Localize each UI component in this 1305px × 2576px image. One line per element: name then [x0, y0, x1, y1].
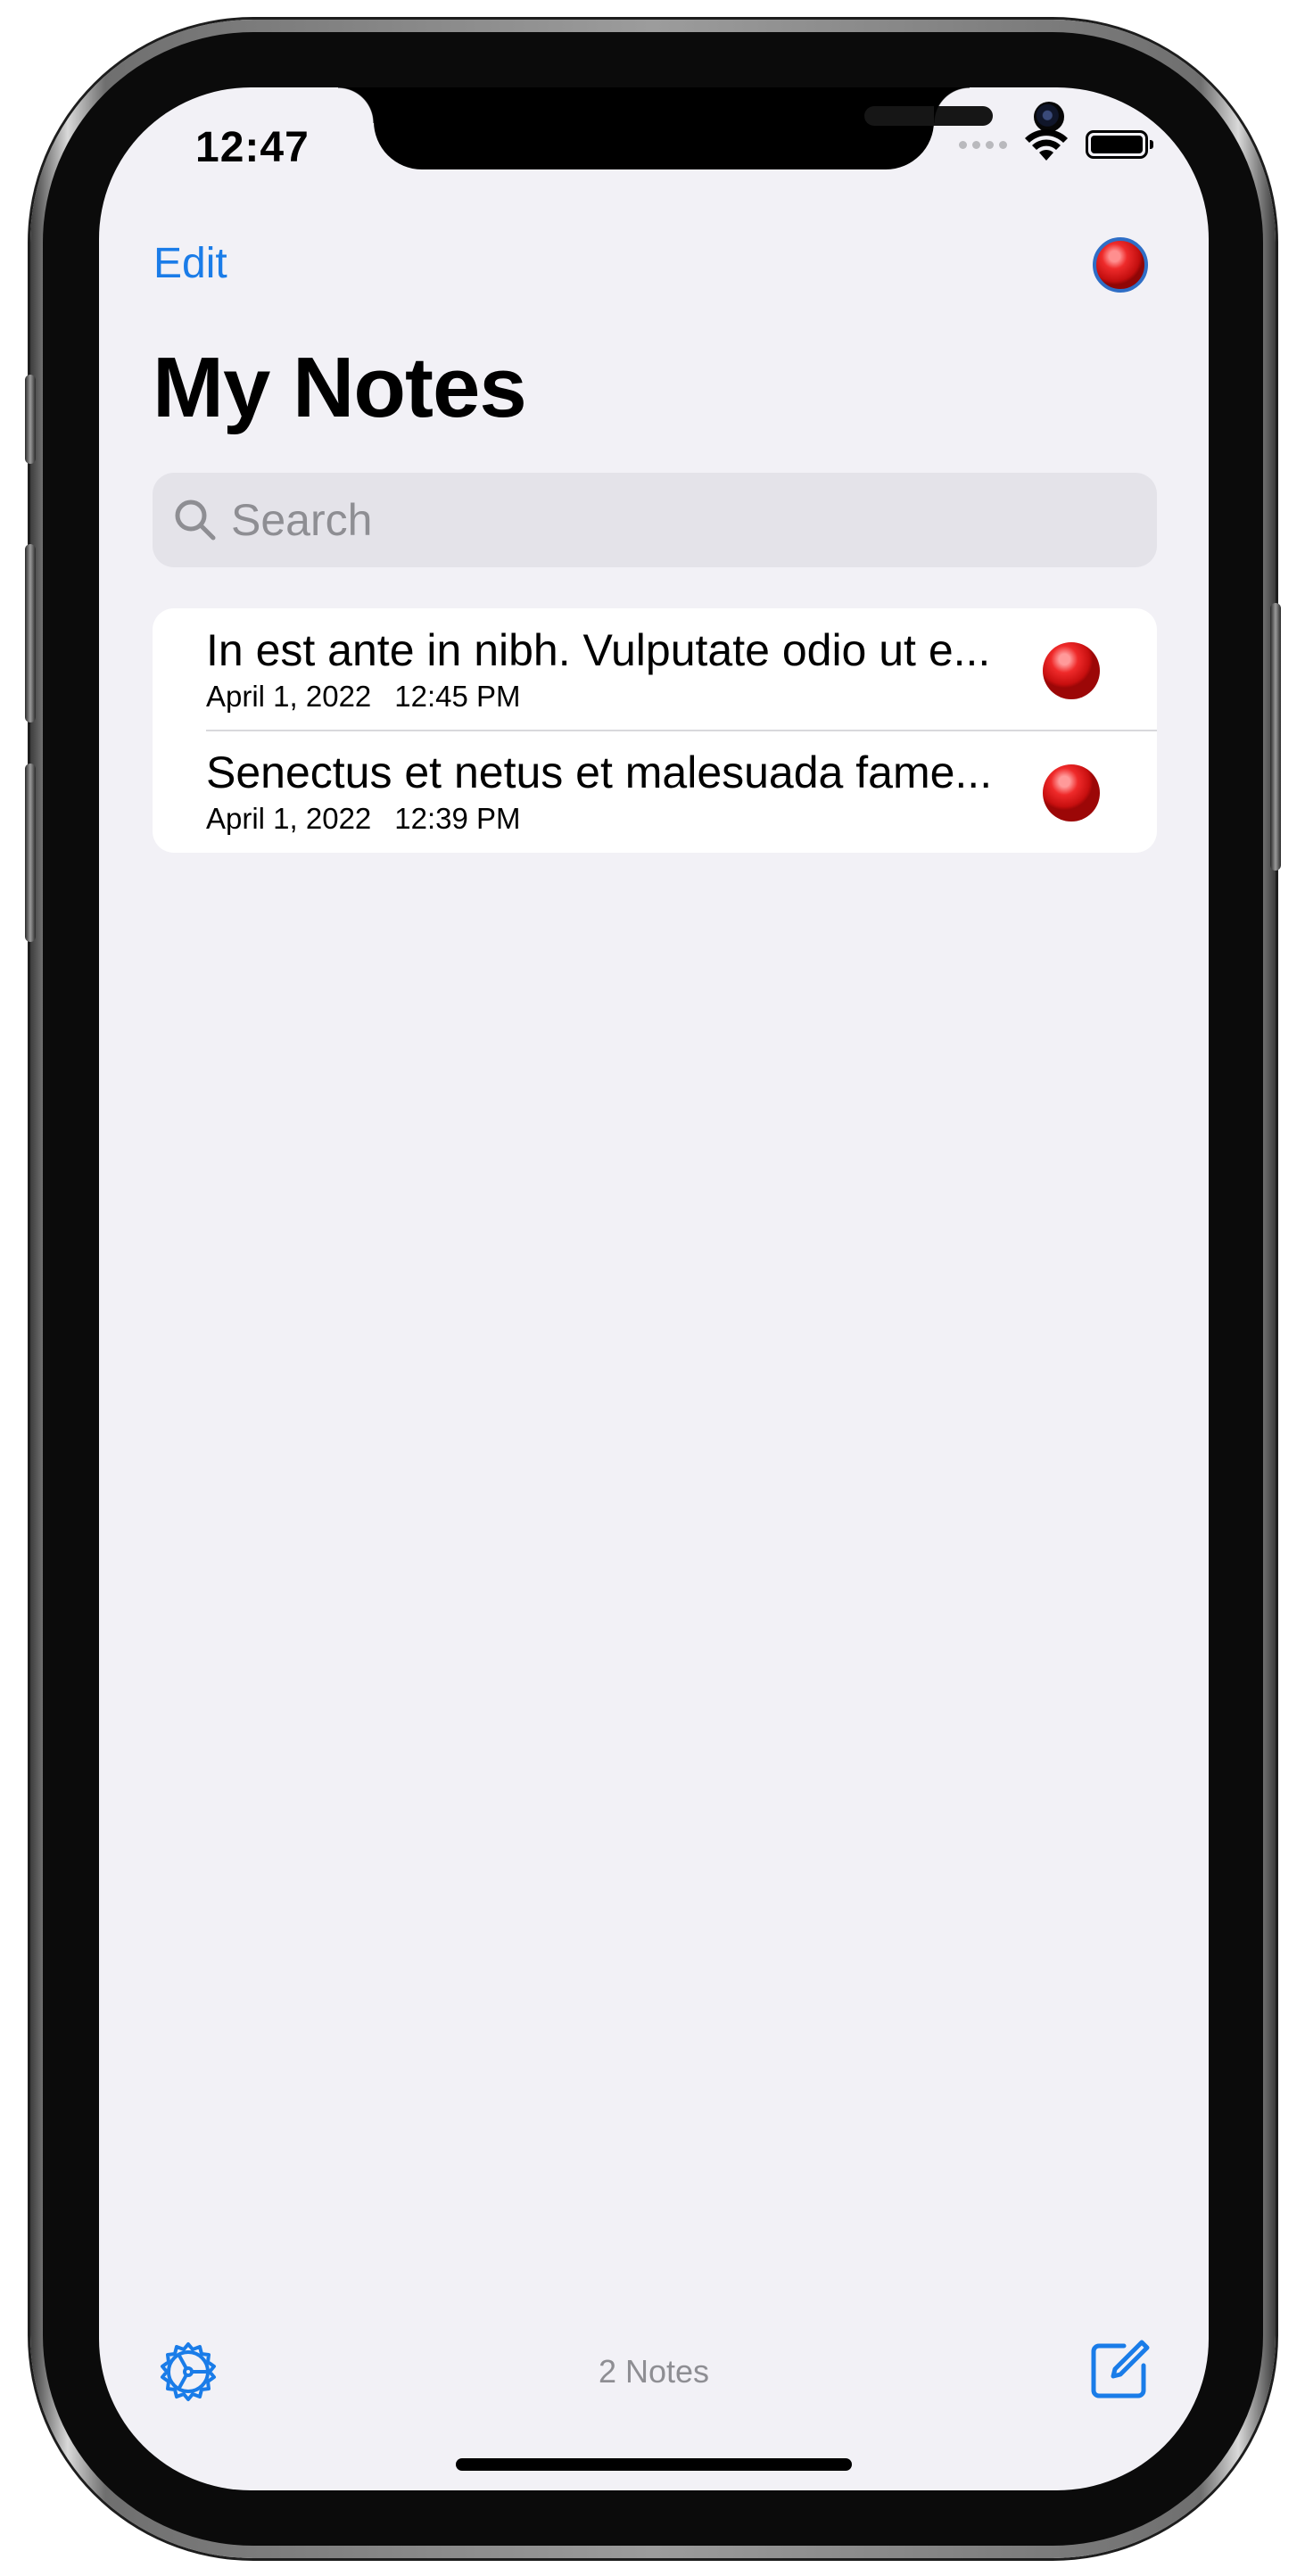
power-button: [1270, 603, 1281, 871]
notch: [338, 87, 1064, 169]
home-indicator[interactable]: [456, 2458, 852, 2471]
earpiece-speaker: [864, 106, 993, 126]
page-title: My Notes: [153, 340, 527, 435]
cellular-signal-icon: [959, 140, 1007, 149]
status-icons: [959, 127, 1153, 162]
compose-button[interactable]: [1088, 2337, 1152, 2401]
note-date: April 1, 2022: [206, 680, 372, 713]
record-status-button[interactable]: [1093, 237, 1148, 293]
search-icon: [175, 500, 216, 541]
notes-count: 2 Notes: [598, 2353, 710, 2390]
search-placeholder: Search: [231, 495, 373, 545]
volume-up-button: [25, 375, 36, 464]
red-circle-icon: [1043, 642, 1100, 699]
note-date: April 1, 2022: [206, 802, 372, 835]
list-item[interactable]: In est ante in nibh. Vulputate odio ut e…: [153, 608, 1157, 731]
search-input[interactable]: Search: [153, 473, 1157, 567]
edit-button[interactable]: Edit: [153, 239, 227, 288]
status-time: 12:47: [195, 124, 310, 171]
note-title: In est ante in nibh. Vulputate odio ut e…: [206, 625, 991, 675]
battery-icon: [1086, 130, 1153, 159]
note-title: Senectus et netus et malesuada fame...: [206, 747, 993, 797]
note-meta: April 1, 2022 12:45 PM: [206, 680, 521, 714]
note-meta: April 1, 2022 12:39 PM: [206, 802, 521, 836]
volume-down-button: [25, 764, 36, 942]
notes-list: In est ante in nibh. Vulputate odio ut e…: [153, 608, 1157, 853]
volume-up-button: [25, 544, 36, 722]
note-time: 12:45 PM: [394, 680, 521, 713]
compose-icon: [1091, 2340, 1150, 2398]
list-item[interactable]: Senectus et netus et malesuada fame... A…: [153, 731, 1157, 853]
app-screen: 12:47 Edit My Notes Search In est ante i…: [99, 87, 1209, 2490]
wifi-icon: [1025, 129, 1068, 161]
note-time: 12:39 PM: [394, 802, 521, 835]
red-circle-icon: [1043, 764, 1100, 822]
